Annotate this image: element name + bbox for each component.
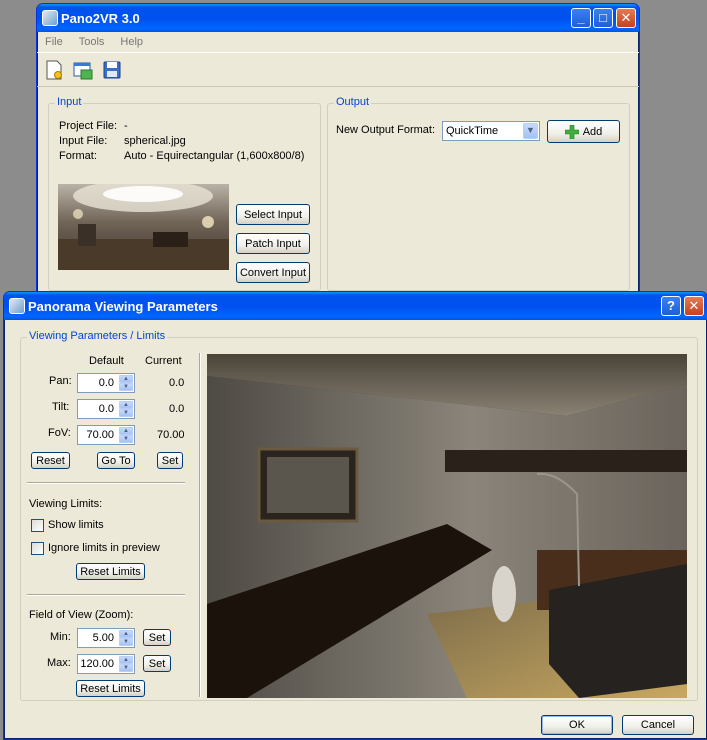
max-label: Max: bbox=[47, 657, 71, 669]
spin-down-icon[interactable]: ▼ bbox=[119, 638, 133, 646]
output-format-selected: QuickTime bbox=[446, 125, 499, 137]
reset-button[interactable]: Reset bbox=[31, 452, 70, 469]
ignore-limits-checkbox[interactable] bbox=[31, 542, 44, 555]
help-button[interactable]: ? bbox=[661, 296, 681, 316]
cancel-button[interactable]: Cancel bbox=[622, 715, 694, 735]
menubar: File Tools Help bbox=[37, 32, 639, 53]
fov-current-value: 70.00 bbox=[157, 429, 185, 441]
main-window: Pano2VR 3.0 _ □ ✕ File Tools Help Input … bbox=[36, 3, 640, 305]
output-group-label: Output bbox=[334, 96, 372, 108]
menu-help[interactable]: Help bbox=[112, 36, 151, 48]
dialog-titlebar[interactable]: Panorama Viewing Parameters ? ✕ bbox=[4, 292, 707, 320]
menu-tools[interactable]: Tools bbox=[71, 36, 113, 48]
output-group: Output New Output Format: QuickTime ▼ Ad… bbox=[327, 96, 630, 291]
format-label: Format: bbox=[59, 150, 97, 162]
reset-limits-button[interactable]: Reset Limits bbox=[76, 563, 145, 580]
menu-file[interactable]: File bbox=[37, 36, 71, 48]
default-column-header: Default bbox=[89, 355, 124, 367]
set-min-button[interactable]: Set bbox=[143, 629, 171, 646]
app-icon bbox=[42, 10, 58, 26]
min-label: Min: bbox=[50, 631, 71, 643]
input-group: Input Project File: - Input File: spheri… bbox=[48, 96, 321, 291]
tilt-default-value: 0.0 bbox=[98, 403, 114, 415]
open-window-icon bbox=[73, 62, 93, 79]
save-project-button[interactable] bbox=[101, 59, 123, 81]
input-group-label: Input bbox=[55, 96, 84, 108]
goto-button[interactable]: Go To bbox=[97, 452, 135, 469]
viewing-limits-label: Viewing Limits: bbox=[29, 498, 103, 510]
set-button[interactable]: Set bbox=[157, 452, 183, 469]
toolbar bbox=[37, 53, 639, 87]
tilt-default-spinner[interactable]: 0.0 ▲ ▼ bbox=[77, 399, 135, 419]
dialog-title: Panorama Viewing Parameters bbox=[28, 298, 218, 314]
reset-limits-zoom-button[interactable]: Reset Limits bbox=[76, 680, 145, 697]
format-value: Auto - Equirectangular (1,600x800/8) bbox=[124, 150, 305, 162]
spin-down-icon[interactable]: ▼ bbox=[119, 409, 133, 417]
main-titlebar[interactable]: Pano2VR 3.0 _ □ ✕ bbox=[37, 4, 639, 32]
pan-label: Pan: bbox=[49, 375, 72, 387]
set-max-button[interactable]: Set bbox=[143, 655, 171, 672]
patch-input-button[interactable]: Patch Input bbox=[236, 233, 310, 254]
panorama-preview[interactable] bbox=[207, 354, 687, 698]
separator bbox=[27, 482, 185, 484]
min-fov-value: 5.00 bbox=[92, 632, 114, 644]
project-file-value: - bbox=[124, 120, 128, 132]
preview-divider bbox=[199, 353, 201, 697]
pan-current-value: 0.0 bbox=[169, 377, 185, 389]
viewing-parameters-dialog: Panorama Viewing Parameters ? ✕ Viewing … bbox=[3, 291, 707, 740]
minimize-button[interactable]: _ bbox=[571, 8, 591, 28]
new-project-button[interactable] bbox=[43, 59, 65, 81]
tilt-label: Tilt: bbox=[52, 401, 70, 413]
current-column-header: Current bbox=[145, 355, 182, 367]
project-file-label: Project File: bbox=[59, 120, 118, 132]
fov-label: FoV: bbox=[48, 427, 71, 439]
chevron-down-icon[interactable]: ▼ bbox=[523, 123, 538, 139]
main-window-title: Pano2VR 3.0 bbox=[61, 10, 140, 26]
new-output-format-label: New Output Format: bbox=[336, 124, 436, 136]
max-fov-value: 120.00 bbox=[80, 658, 114, 670]
maximize-button[interactable]: □ bbox=[593, 8, 613, 28]
input-file-label: Input File: bbox=[59, 135, 108, 147]
ignore-limits-label[interactable]: Ignore limits in preview bbox=[48, 542, 160, 554]
fov-default-spinner[interactable]: 70.00 ▲ ▼ bbox=[77, 425, 135, 445]
spin-up-icon[interactable]: ▲ bbox=[119, 401, 133, 409]
ok-button[interactable]: OK bbox=[541, 715, 613, 735]
spin-up-icon[interactable]: ▲ bbox=[119, 375, 133, 383]
panorama-thumbnail bbox=[58, 184, 229, 270]
add-output-label: Add bbox=[582, 125, 603, 138]
spin-down-icon[interactable]: ▼ bbox=[119, 383, 133, 391]
viewing-parameters-group-label: Viewing Parameters / Limits bbox=[27, 330, 168, 342]
select-input-button[interactable]: Select Input bbox=[236, 204, 310, 225]
spin-down-icon[interactable]: ▼ bbox=[119, 664, 133, 672]
dialog-app-icon bbox=[9, 298, 25, 314]
fov-zoom-label: Field of View (Zoom): bbox=[29, 609, 134, 621]
show-limits-checkbox[interactable] bbox=[31, 519, 44, 532]
tilt-current-value: 0.0 bbox=[169, 403, 185, 415]
dialog-close-button[interactable]: ✕ bbox=[684, 296, 704, 316]
input-file-value: spherical.jpg bbox=[124, 135, 186, 147]
pan-default-value: 0.0 bbox=[98, 377, 114, 389]
spin-up-icon[interactable]: ▲ bbox=[119, 656, 133, 664]
separator bbox=[27, 594, 185, 596]
output-format-select[interactable]: QuickTime ▼ bbox=[442, 121, 540, 141]
viewing-parameters-group: Viewing Parameters / Limits Default Curr… bbox=[20, 330, 698, 701]
min-fov-spinner[interactable]: 5.00 ▲ ▼ bbox=[77, 628, 135, 648]
max-fov-spinner[interactable]: 120.00 ▲ ▼ bbox=[77, 654, 135, 674]
add-output-button[interactable]: Add bbox=[547, 120, 620, 143]
floppy-disk-icon bbox=[103, 61, 121, 78]
spin-up-icon[interactable]: ▲ bbox=[119, 630, 133, 638]
open-project-button[interactable] bbox=[72, 59, 94, 81]
close-button[interactable]: ✕ bbox=[616, 8, 636, 28]
new-document-icon bbox=[46, 60, 62, 79]
show-limits-label[interactable]: Show limits bbox=[48, 519, 104, 531]
spin-up-icon[interactable]: ▲ bbox=[119, 427, 133, 435]
plus-icon bbox=[564, 124, 579, 139]
pan-default-spinner[interactable]: 0.0 ▲ ▼ bbox=[77, 373, 135, 393]
convert-input-button[interactable]: Convert Input bbox=[236, 262, 310, 283]
spin-down-icon[interactable]: ▼ bbox=[119, 435, 133, 443]
fov-default-value: 70.00 bbox=[86, 429, 114, 441]
